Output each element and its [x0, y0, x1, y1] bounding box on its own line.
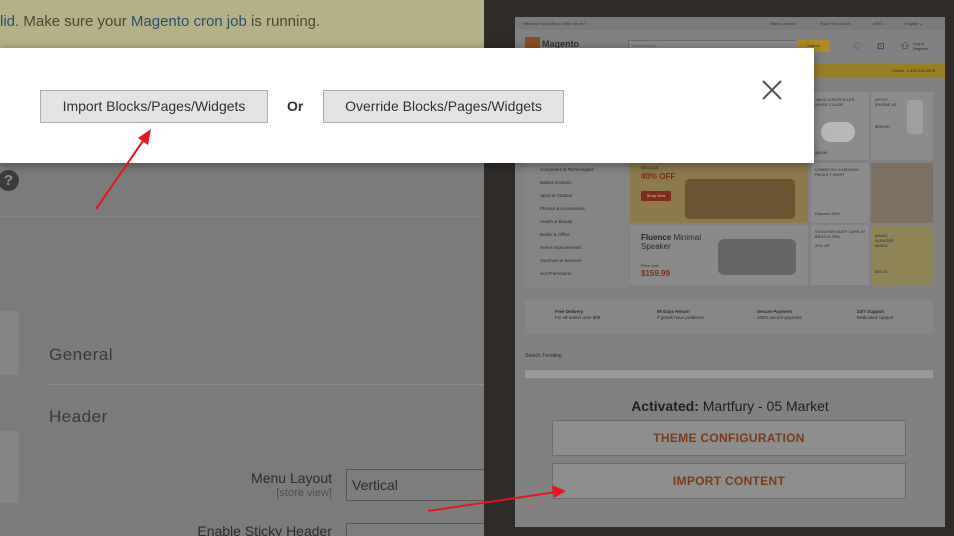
welcome-text: Welcome to Martfury Online Store !: [523, 21, 586, 26]
category-menu: Computers & Technologies Babies & Moms S…: [525, 163, 629, 287]
trending-strip: [525, 370, 933, 378]
promo-voucher-text: VOUCHER BODY CARE AT BRATUS SPA: [815, 229, 866, 239]
import-blocks-button[interactable]: Import Blocks/Pages/Widgets: [40, 90, 268, 123]
features-bar: Free Delivery For all orders over $99 90 …: [525, 300, 933, 334]
import-modal: Import Blocks/Pages/Widgets Or Override …: [0, 48, 814, 163]
phone-image: [907, 100, 923, 134]
import-content-button[interactable]: IMPORT CONTENT: [552, 463, 906, 499]
track-order-link: Track Your Order: [820, 21, 851, 26]
activated-theme-name: Martfury - 05 Market: [698, 398, 829, 414]
feature-item: 90 Days Return If goods have problems: [657, 309, 704, 321]
tshirt-stack-image: [871, 163, 933, 223]
promo-combo-discount: Discount 30%: [815, 211, 840, 216]
category-item: Books & Office: [540, 232, 570, 237]
menu-layout-scope: [store view]: [276, 487, 332, 499]
category-item: Hot Promotions: [540, 271, 572, 276]
feature-item: Free Delivery For all orders over $99: [555, 309, 600, 321]
hero-banner-speaker: Fluence Minimal Speaker Price Just $159.…: [630, 225, 808, 285]
or-label: Or: [287, 98, 304, 114]
system-notice-text: lid. Make sure your Magento cron job is …: [0, 13, 320, 30]
help-icon[interactable]: ?: [0, 170, 19, 191]
feature-title: 24/7 Support: [857, 309, 885, 314]
speaker-price-label: Price Just: [641, 263, 659, 268]
promo-xbox-price: $59.99: [815, 150, 828, 155]
side-tab[interactable]: [0, 311, 19, 375]
category-item: Sport & Outdoor: [540, 193, 573, 198]
promo-blender-price: $49.00: [875, 269, 888, 274]
activated-theme-text: Activated: Martfury - 05 Market: [515, 398, 945, 414]
section-divider: [49, 384, 484, 385]
login-text: Log in Register: [913, 41, 928, 51]
feature-sub: If goods have problems: [657, 315, 704, 320]
notice-text: . Make sure your: [15, 13, 131, 30]
speaker-image: [718, 239, 796, 275]
system-notice-bar: lid. Make sure your Magento cron job is …: [0, 0, 484, 48]
speaker-title-rest: Minimal: [673, 233, 702, 242]
notice-link-fragment[interactable]: lid: [0, 13, 15, 30]
section-header-title[interactable]: Header: [49, 407, 108, 427]
language-selector: English ⌄: [905, 21, 923, 26]
search-trending-label: Search Trending: [525, 353, 562, 359]
promo-apple-text: APPLE IPHONE 6S: [875, 97, 897, 107]
promo-tile-xbox: XBOX CONTROLLER WHITE COLOR $59.99: [811, 92, 869, 160]
category-item: Phones & Accessories: [540, 206, 585, 211]
banner-shop-now-button: Shop Now: [641, 191, 671, 201]
sticky-header-label: Enable Sticky Header: [197, 523, 332, 536]
override-blocks-button[interactable]: Override Blocks/Pages/Widgets: [323, 90, 564, 123]
promo-voucher-discount: 20% Off: [815, 243, 830, 248]
category-item: Health & Beauty: [540, 219, 573, 224]
feature-title: 90 Days Return: [657, 309, 690, 314]
category-item: Computers & Technologies: [540, 167, 594, 172]
controller-image: [821, 122, 855, 142]
promo-blender-text: MAGIC BLENDER MIXED: [875, 233, 894, 248]
section-general-title[interactable]: General: [49, 345, 113, 365]
user-icon: ⚇: [901, 41, 910, 51]
close-icon[interactable]: [756, 74, 786, 104]
menu-layout-select[interactable]: Vertical: [346, 469, 484, 501]
promo-tile-iphone: APPLE IPHONE 6S $999.00: [871, 92, 933, 160]
promo-tile-voucher: VOUCHER BODY CARE AT BRATUS SPA 20% Off: [811, 225, 869, 285]
category-item: Home Improvements: [540, 245, 582, 250]
hero-banner-discount: Discount 40% OFF Shop Now: [630, 163, 808, 223]
feature-sub: For all orders over $99: [555, 315, 601, 320]
feature-title: Secure Payment: [757, 309, 793, 314]
heart-icon: ♡: [853, 41, 862, 51]
preview-topbar: Welcome to Martfury Online Store ! Store…: [515, 17, 945, 30]
activated-label: Activated:: [631, 398, 699, 414]
feature-sub: Dedicated support: [857, 315, 894, 320]
menu-layout-label: Menu Layout: [251, 470, 332, 486]
notice-text-end: is running.: [246, 13, 321, 30]
banner-product-image: [685, 179, 795, 219]
store-location-link: Store Location: [770, 21, 796, 26]
speaker-subtitle: Speaker: [641, 242, 671, 251]
cron-job-link[interactable]: Magento cron job: [131, 13, 247, 30]
promo-apple-price: $999.00: [875, 124, 890, 129]
banner-headline: 40% OFF: [641, 172, 676, 181]
speaker-title: Fluence: [641, 233, 672, 242]
theme-configuration-button[interactable]: THEME CONFIGURATION: [552, 420, 906, 456]
promo-xbox-text: XBOX CONTROLLER WHITE COLOR: [815, 97, 855, 107]
speaker-price: $159.99: [641, 269, 670, 278]
register-label: Register: [913, 46, 928, 51]
category-item: Babies & Moms: [540, 180, 572, 185]
feature-item: Secure Payment 100% secure payment: [757, 309, 802, 321]
sticky-header-select[interactable]: [346, 523, 484, 536]
promo-tile-tshirt: COMBO 5X GIORDANO PACKS T-SHIRT Discount…: [811, 163, 869, 223]
banner-tag: Discount: [641, 165, 659, 170]
category-item: Vouchers & Services: [540, 258, 582, 263]
feature-sub: 100% secure payment: [757, 315, 802, 320]
divider: [0, 216, 484, 217]
hotline-text: Hotline: 1-800-234-5678: [891, 68, 935, 73]
promo-tile-blender: MAGIC BLENDER MIXED $49.00: [871, 225, 933, 285]
cart-icon: ⊡: [877, 41, 885, 51]
feature-title: Free Delivery: [555, 309, 584, 314]
side-tab[interactable]: [0, 431, 19, 503]
feature-item: 24/7 Support Dedicated support: [857, 309, 894, 321]
currency-selector: USD ⌄: [873, 21, 886, 26]
promo-combo-text: COMBO 5X GIORDANO PACKS T-SHIRT: [815, 167, 860, 177]
